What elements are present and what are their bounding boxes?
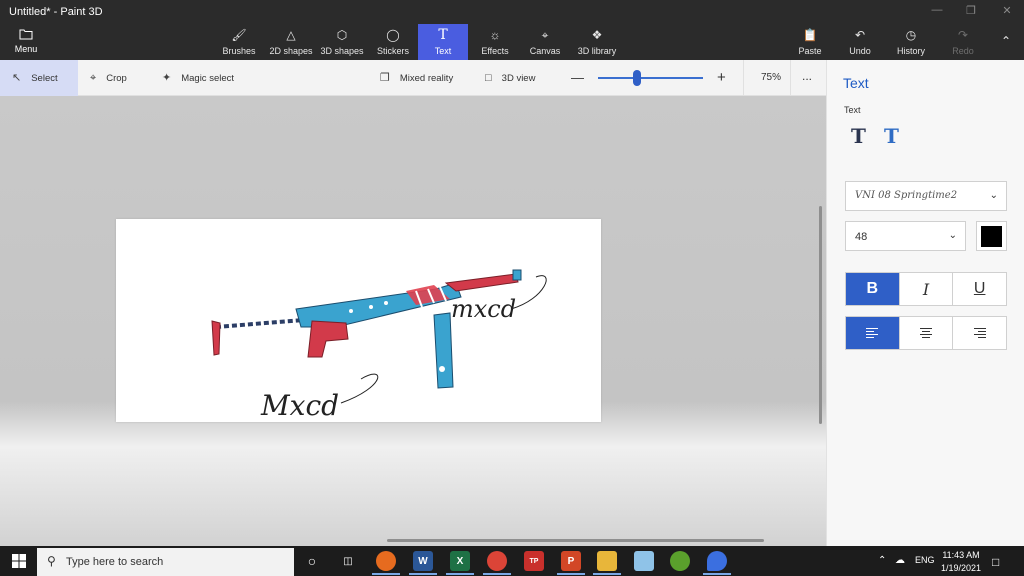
chevron-up-icon[interactable]: ⌃ [878, 555, 886, 566]
alignment-buttons [845, 316, 1007, 350]
more-options-button[interactable]: ... [802, 58, 812, 94]
font-dropdown[interactable]: VNI 08 Springtime2 ⌄ [845, 181, 1007, 211]
history-icon: ◷ [905, 28, 917, 42]
cube-icon: ⬡ [336, 28, 348, 42]
app-icon[interactable] [634, 551, 654, 571]
clock[interactable]: 11:43 AM 1/19/2021 [935, 549, 987, 575]
chevron-up-icon: ⌃ [1000, 34, 1012, 48]
task-view-icon[interactable]: ◫ [338, 551, 358, 571]
panel-subtitle: Text [844, 105, 861, 115]
vertical-scrollbar[interactable] [819, 206, 822, 424]
mixed-reality-button[interactable]: ❐ Mixed reality [380, 60, 453, 96]
cloud-icon[interactable]: ☁ [895, 555, 905, 566]
chevron-down-icon: ⌄ [948, 230, 957, 241]
text-color-picker[interactable] [976, 221, 1007, 251]
tool-effects[interactable]: ☼ Effects [478, 24, 512, 60]
history-button[interactable]: ◷ History [895, 24, 927, 60]
library-icon: ❖ [591, 28, 603, 42]
file-explorer-icon[interactable] [597, 551, 617, 571]
mixed-reality-icon: ❐ [380, 72, 390, 84]
folder-icon [8, 28, 44, 42]
tool-text[interactable]: T Text [418, 24, 468, 60]
select-button[interactable]: ↖ Select [0, 60, 78, 96]
tool-3d-shapes[interactable]: ⬡ 3D shapes [319, 24, 365, 60]
align-center-icon [920, 328, 932, 338]
align-right-button[interactable] [953, 317, 1006, 349]
canvas-text-1[interactable]: mxcd [451, 295, 516, 323]
close-button[interactable]: ✕ [997, 4, 1017, 17]
3d-view-button[interactable]: □ 3D view [485, 60, 535, 96]
menu-button[interactable]: Menu [8, 28, 44, 54]
tool-3d-library[interactable]: ❖ 3D library [575, 24, 619, 60]
maximize-button[interactable]: ❐ [961, 4, 981, 17]
align-center-button[interactable] [900, 317, 954, 349]
zoom-in-button[interactable]: + [717, 60, 726, 96]
text-panel: Text Text T T VNI 08 Springtime2 ⌄ 48 ⌄ … [826, 60, 1024, 546]
search-icon: ⚲ [47, 554, 56, 568]
redo-icon: ↷ [957, 28, 969, 42]
magic-select-button[interactable]: ✦ Magic select [162, 60, 234, 96]
horizontal-scrollbar[interactable] [387, 539, 764, 542]
undo-button[interactable]: ↶ Undo [847, 24, 873, 60]
3d-text-icon[interactable]: T [884, 124, 899, 148]
zoom-out-button[interactable]: — [571, 60, 584, 96]
notification-icon[interactable]: □ [992, 555, 999, 569]
sticker-icon: ◯ [386, 28, 400, 42]
panel-title: Text [843, 75, 869, 91]
2d-text-icon[interactable]: T [851, 124, 866, 148]
crop-icon: ⌖ [90, 72, 97, 84]
taskbar: ⚲ Type here to search ○ ◫ W X TP P [0, 546, 1024, 576]
chevron-down-icon: ⌄ [989, 190, 998, 201]
zoom-level[interactable]: 75% [761, 60, 781, 96]
drawing-canvas[interactable]: mxcd Mxcd [116, 219, 601, 422]
color-swatch [981, 226, 1002, 247]
3d-view-icon: □ [485, 72, 492, 84]
text-icon: T [438, 27, 448, 43]
brush-icon: 🖌 [231, 28, 247, 42]
style-buttons: B I U [845, 272, 1007, 306]
paint-3d-icon[interactable] [707, 551, 727, 571]
font-size-dropdown[interactable]: 48 ⌄ [845, 221, 966, 251]
window-title: Untitled* - Paint 3D [9, 6, 103, 18]
align-right-icon [973, 328, 986, 338]
windows-start-icon[interactable] [12, 554, 26, 568]
chrome-icon[interactable] [487, 551, 507, 571]
taskbar-search[interactable]: ⚲ Type here to search [37, 548, 294, 576]
firefox-icon[interactable] [376, 551, 396, 571]
clipboard-icon: 📋 [802, 28, 818, 42]
tool-2d-shapes[interactable]: △ 2D shapes [268, 24, 314, 60]
title-bar: Untitled* - Paint 3D — ❐ ✕ Menu 🖌 Brushe… [0, 0, 1024, 60]
sun-icon: ☼ [489, 28, 501, 42]
tool-stickers[interactable]: ◯ Stickers [375, 24, 411, 60]
language-indicator[interactable]: ENG [915, 555, 935, 565]
canvas-text-2[interactable]: Mxcd [260, 389, 339, 422]
canvas-icon: ⌖ [541, 28, 549, 42]
word-icon[interactable]: W [413, 551, 433, 571]
paste-button[interactable]: 📋 Paste [797, 24, 823, 60]
tp-app-icon[interactable]: TP [524, 551, 544, 571]
magic-select-icon: ✦ [162, 72, 172, 84]
undo-icon: ↶ [854, 28, 866, 42]
menu-label: Menu [14, 44, 38, 54]
italic-button[interactable]: I [900, 273, 954, 305]
crop-button[interactable]: ⌖ Crop [90, 60, 127, 96]
app-icon-green[interactable] [670, 551, 690, 571]
powerpoint-icon[interactable]: P [561, 551, 581, 571]
minimize-button[interactable]: — [927, 4, 947, 16]
align-left-icon [866, 328, 879, 338]
bold-button[interactable]: B [846, 273, 900, 305]
align-left-button[interactable] [846, 317, 900, 349]
excel-icon[interactable]: X [450, 551, 470, 571]
cursor-icon: ↖ [12, 72, 22, 84]
cortana-icon[interactable]: ○ [302, 551, 322, 571]
zoom-slider-thumb[interactable] [633, 70, 641, 86]
zoom-slider-track[interactable] [598, 77, 703, 79]
smg-drawing: mxcd Mxcd [211, 269, 547, 422]
underline-button[interactable]: U [953, 273, 1006, 305]
redo-button[interactable]: ↷ Redo [950, 24, 976, 60]
2d-shapes-icon: △ [286, 28, 296, 42]
tool-canvas[interactable]: ⌖ Canvas [528, 24, 562, 60]
tool-brushes[interactable]: 🖌 Brushes [222, 24, 256, 60]
